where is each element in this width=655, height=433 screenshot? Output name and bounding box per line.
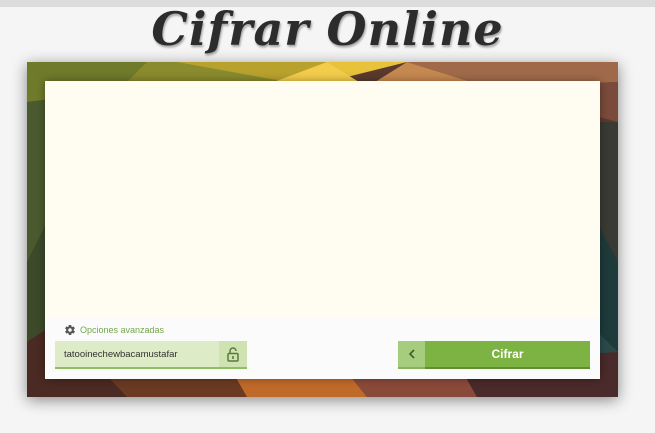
back-button[interactable]: [398, 341, 425, 369]
key-field: [55, 341, 247, 369]
controls-bar: Opciones avanzadas Cifrar: [45, 318, 600, 379]
key-input[interactable]: [55, 341, 217, 367]
editor-panel: Opciones avanzadas Cifrar: [45, 81, 600, 379]
lock-icon: [227, 346, 239, 362]
lock-toggle[interactable]: [219, 341, 247, 367]
advanced-options-label: Opciones avanzadas: [80, 325, 165, 335]
text-editor[interactable]: [45, 81, 600, 318]
main-stage: Opciones avanzadas Cifrar: [27, 62, 618, 397]
cifrar-button[interactable]: Cifrar: [425, 341, 590, 369]
chevron-left-icon: [408, 349, 415, 359]
gear-icon: [65, 325, 75, 336]
advanced-options-toggle[interactable]: Opciones avanzadas: [64, 323, 164, 337]
site-logo: Cifrar Online: [151, 2, 504, 56]
